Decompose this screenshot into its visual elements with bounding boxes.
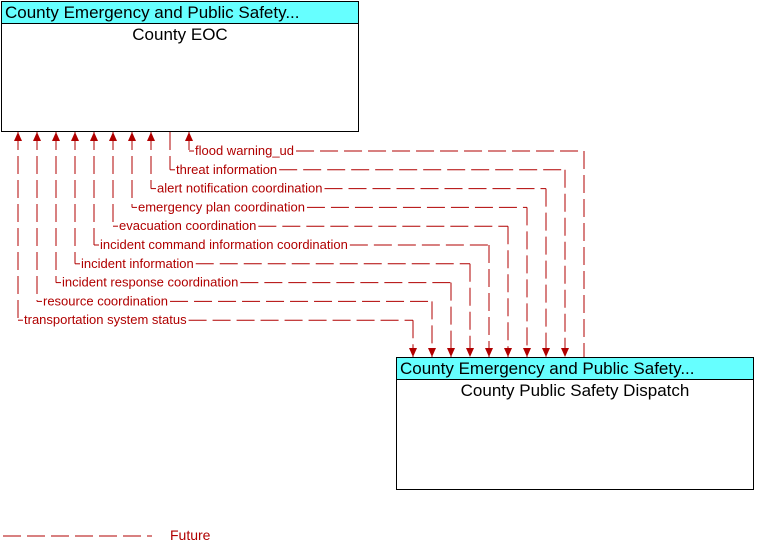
legend <box>3 535 152 537</box>
legend-future-label: Future <box>170 527 211 543</box>
